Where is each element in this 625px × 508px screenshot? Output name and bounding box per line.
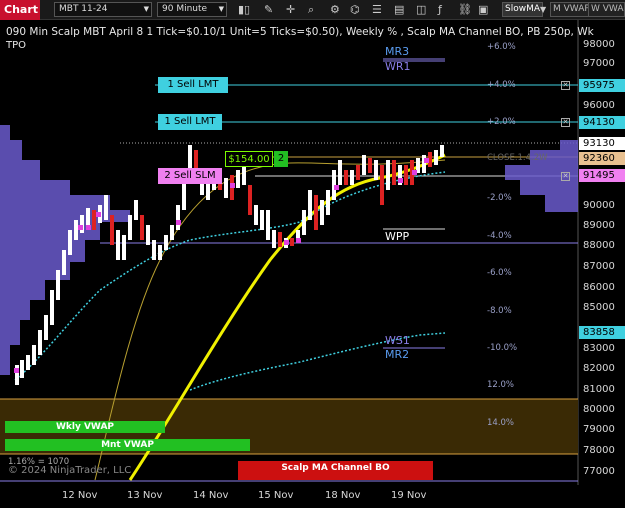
- price-axis-label: 81000: [583, 384, 615, 395]
- pct-label: +2.0%: [487, 117, 516, 127]
- position-price-label[interactable]: $154.00: [225, 151, 273, 167]
- price-axis-label: 98000: [583, 39, 615, 50]
- pct-label: 12.0%: [487, 380, 515, 390]
- instrument-value: MBT 11-24: [59, 4, 108, 14]
- chevron-down-icon[interactable]: ▼: [540, 3, 546, 16]
- position-qty-label[interactable]: 2: [274, 151, 288, 167]
- candles: [15, 145, 444, 385]
- sell-stop-order[interactable]: 2 Sell SLM: [158, 168, 222, 184]
- price-axis-label: 88000: [583, 240, 615, 251]
- monthly-vwap-bar: Mnt VWAP: [5, 439, 250, 451]
- pct-label: 14.0%: [487, 418, 515, 428]
- sell-limit-order-1[interactable]: 1 Sell LMT: [158, 77, 228, 93]
- wvwap-button[interactable]: W VWAP: [588, 2, 625, 17]
- scalp-channel-bar: Scalp MA Channel BO: [238, 461, 433, 480]
- pct-label: +4.0%: [487, 80, 516, 90]
- weekly-vwap-bar: Wkly VWAP: [5, 421, 165, 433]
- zoom-icon[interactable]: ⌕: [308, 3, 314, 16]
- chart-title: 090 Min Scalp MBT April 8 1 Tick=$0.10/1…: [6, 26, 594, 38]
- time-axis-label: 15 Nov: [258, 490, 294, 501]
- properties-icon[interactable]: ▤: [394, 3, 404, 16]
- price-tag-close: 92360: [579, 152, 625, 165]
- price-axis-label: 90000: [583, 200, 615, 211]
- price-axis-label: 89000: [583, 220, 615, 231]
- price-axis-label: 86000: [583, 282, 615, 293]
- mr3-label: MR3: [385, 45, 410, 58]
- wpp-label: WPP: [385, 230, 410, 243]
- time-axis-label: 13 Nov: [127, 490, 163, 501]
- close-icon[interactable]: ✕: [561, 118, 570, 127]
- sell-limit-order-2[interactable]: 1 Sell LMT: [158, 114, 222, 130]
- price-axis-label: 78000: [583, 445, 615, 456]
- settings-icon[interactable]: ⚙: [330, 3, 340, 16]
- price-tag-vwap: 83858: [579, 326, 625, 339]
- time-axis-label: 19 Nov: [391, 490, 427, 501]
- timeframe-value: 90 Minute: [162, 4, 208, 14]
- pct-label: -2.0%: [487, 193, 512, 203]
- pct-label: -4.0%: [487, 231, 512, 241]
- price-axis-label: 80000: [583, 404, 615, 415]
- mvwap-button[interactable]: M VWAP: [550, 2, 593, 17]
- copyright-text: © 2024 NinjaTrader, LLC: [8, 465, 132, 476]
- data-box-icon[interactable]: ◫: [416, 3, 426, 16]
- price-axis-label: 83000: [583, 343, 615, 354]
- price-tag-last: 93130: [579, 137, 625, 150]
- close-icon[interactable]: ✕: [561, 172, 570, 181]
- time-axis-label: 14 Nov: [193, 490, 229, 501]
- price-axis-label: 82000: [583, 363, 615, 374]
- pct-label: -8.0%: [487, 306, 512, 316]
- chart-toolbar: Chart MBT 11-24 ▼ 90 Minute ▼ ▮▯ ✎ ✛ ⌕ ⚙ ⌬…: [0, 0, 625, 20]
- price-axis-label: 77000: [583, 466, 615, 477]
- price-axis-label: 79000: [583, 424, 615, 435]
- close-icon[interactable]: ✕: [561, 81, 570, 90]
- time-axis-label: 12 Nov: [62, 490, 98, 501]
- price-tag-target2: 94130: [579, 116, 625, 129]
- link-icon[interactable]: ⛓: [458, 3, 472, 16]
- wr1-label: WR1: [385, 60, 411, 73]
- pct-label: -6.0%: [487, 268, 512, 278]
- strategy-icon[interactable]: ⌬: [350, 3, 360, 16]
- price-axis-label: 87000: [583, 261, 615, 272]
- price-axis-label: 97000: [583, 58, 615, 69]
- indicator-icon[interactable]: ƒ: [438, 3, 442, 16]
- chevron-down-icon: ▼: [218, 5, 224, 13]
- ws1-label: WS1: [385, 334, 410, 347]
- pct-label: +6.0%: [487, 42, 516, 52]
- window-icon[interactable]: ▣: [478, 3, 488, 16]
- chart-tab[interactable]: Chart: [0, 0, 40, 20]
- time-axis-label: 18 Nov: [325, 490, 361, 501]
- chart-trader-icon[interactable]: ☰: [372, 3, 382, 16]
- instrument-selector[interactable]: MBT 11-24 ▼: [54, 2, 152, 17]
- price-axis-label: 85000: [583, 302, 615, 313]
- price-axis-label: 96000: [583, 100, 615, 111]
- price-tag-target1: 95975: [579, 79, 625, 92]
- bar-chart-icon[interactable]: ▮▯: [238, 3, 250, 16]
- slowma-button[interactable]: SlowMA: [502, 2, 544, 17]
- price-tag-stop: 91495: [579, 169, 625, 182]
- chart-window: Chart MBT 11-24 ▼ 90 Minute ▼ ▮▯ ✎ ✛ ⌕ ⚙ ⌬…: [0, 0, 625, 508]
- crosshair-icon[interactable]: ✛: [286, 3, 295, 16]
- mr2-label: MR2: [385, 348, 410, 361]
- timeframe-selector[interactable]: 90 Minute ▼: [157, 2, 227, 17]
- tpo-label: TPO: [6, 40, 27, 51]
- pct-label: -10.0%: [487, 343, 518, 353]
- close-level-label: CLOSE.1.4.2W: [487, 153, 548, 163]
- draw-tool-icon[interactable]: ✎: [264, 3, 273, 16]
- chevron-down-icon: ▼: [143, 5, 149, 13]
